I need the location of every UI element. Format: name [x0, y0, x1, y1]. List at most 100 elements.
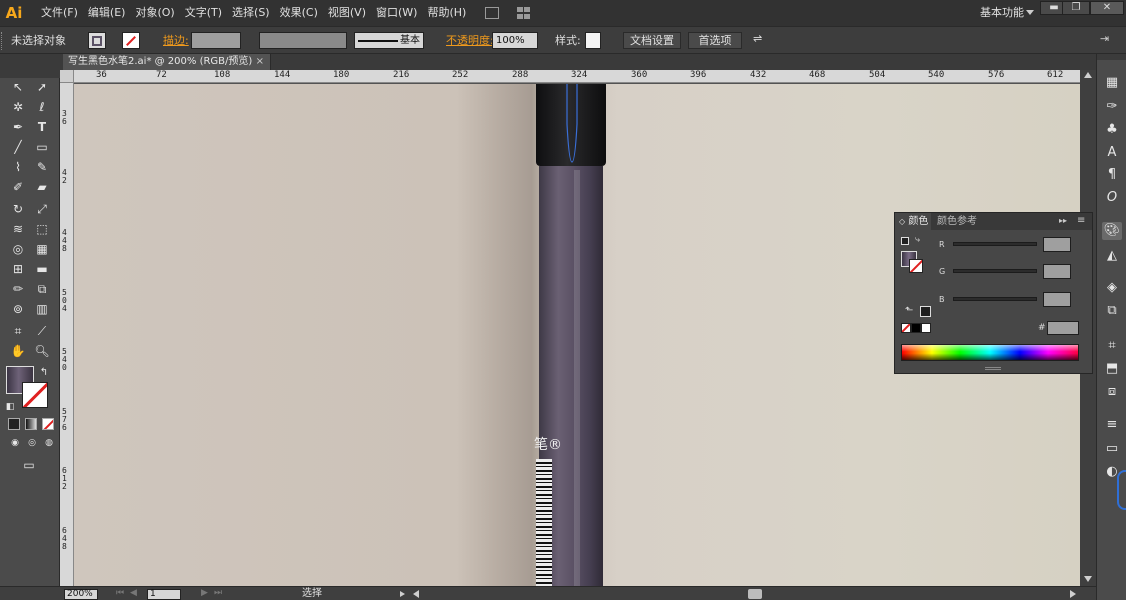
swap-colors-icon[interactable]: ↰	[38, 364, 50, 382]
tab-color-guide[interactable]: 颜色参考	[937, 213, 977, 230]
channel-r-slider[interactable]	[953, 242, 1037, 246]
perspective-grid-tool-icon[interactable]: ▦	[32, 240, 52, 258]
artboards-panel-icon[interactable]: ⧉	[1102, 302, 1122, 320]
selection-tool-icon[interactable]: ↖	[8, 78, 28, 96]
close-tab-icon[interactable]: ×	[256, 54, 264, 70]
arrange-icon[interactable]: ⇌	[753, 32, 767, 49]
zoom-select[interactable]: 200%	[64, 589, 98, 600]
channel-g-input[interactable]	[1043, 264, 1071, 279]
arrange-documents-icon[interactable]	[517, 7, 531, 19]
collapse-panel-icon[interactable]: ▸▸	[1059, 216, 1067, 225]
scroll-right-icon[interactable]	[1070, 590, 1076, 598]
pencil-tool-icon[interactable]: ✎	[32, 158, 52, 176]
none-mode-icon[interactable]	[42, 418, 54, 430]
status-mode-label[interactable]: 选择	[302, 587, 322, 600]
black-swatch[interactable]	[911, 323, 921, 333]
zoom-tool-icon[interactable]: 🔍︎	[32, 342, 52, 360]
menu-help[interactable]: 帮助(H)	[422, 0, 471, 26]
graphic-style-swatch[interactable]	[585, 32, 601, 49]
channel-r-input[interactable]	[1043, 237, 1071, 252]
stroke-label[interactable]: 描边:	[163, 32, 189, 49]
default-fill-stroke-icon[interactable]	[901, 237, 909, 245]
rectangle-tool-icon[interactable]: ▭	[32, 138, 52, 156]
stroke-swatch-panel[interactable]	[909, 259, 923, 273]
tab-color[interactable]: ◇ 颜色	[895, 213, 931, 230]
menu-view[interactable]: 视图(V)	[323, 0, 371, 26]
blob-brush-tool-icon[interactable]: ✐	[8, 178, 28, 196]
opacity-input[interactable]: 100%	[492, 32, 538, 49]
close-window-button[interactable]: ✕	[1090, 1, 1124, 15]
color-mode-icon[interactable]	[8, 418, 20, 430]
scroll-down-icon[interactable]	[1084, 576, 1092, 582]
pen-tool-icon[interactable]: ✒	[8, 118, 28, 136]
align-panel-icon[interactable]: ⌗	[1102, 337, 1122, 355]
gradient-panel-icon[interactable]: ▭	[1102, 440, 1122, 458]
symbols-panel-icon[interactable]: ♣	[1102, 121, 1122, 139]
panel-grip[interactable]	[0, 70, 60, 78]
mesh-tool-icon[interactable]: ⊞	[8, 260, 28, 278]
type-tool-icon[interactable]: T	[32, 118, 52, 136]
chevron-down-icon[interactable]	[1026, 10, 1034, 15]
layers-panel-icon[interactable]: ◈	[1102, 279, 1122, 297]
menu-file[interactable]: 文件(F)	[36, 0, 83, 26]
hand-tool-icon[interactable]: ✋	[8, 342, 28, 360]
first-page-icon[interactable]: ⏮	[116, 588, 124, 598]
next-page-icon[interactable]: ▶	[201, 588, 208, 598]
document-tab[interactable]: 写生黑色水笔2.ai* @ 200% (RGB/预览) ×	[63, 54, 271, 70]
appearance-panel-icon[interactable]	[1117, 470, 1126, 510]
web-safe-color-swatch[interactable]	[920, 306, 931, 317]
transform-panel-icon[interactable]: ⬒	[1102, 360, 1122, 378]
bridge-icon[interactable]	[485, 7, 500, 19]
status-menu-icon[interactable]	[400, 591, 405, 597]
pathfinder-panel-icon[interactable]: ⧈	[1102, 383, 1122, 401]
ruler-origin[interactable]	[60, 70, 74, 83]
stroke-weight-input[interactable]	[191, 32, 241, 49]
paintbrush-tool-icon[interactable]: ⌇	[8, 158, 28, 176]
selected-path-outline[interactable]	[536, 84, 606, 166]
blend-tool-icon[interactable]: ⧉	[32, 280, 52, 298]
none-color-swatch[interactable]	[901, 323, 911, 333]
color-guide-panel-icon[interactable]: ◭	[1102, 247, 1122, 265]
paragraph-panel-icon[interactable]: ¶	[1102, 166, 1122, 184]
channel-g-slider[interactable]	[953, 269, 1037, 273]
color-panel-icon[interactable]: 🎨︎	[1102, 222, 1122, 240]
brushes-panel-icon[interactable]: ✑	[1102, 98, 1122, 116]
draw-behind-icon[interactable]: ◎	[25, 434, 39, 452]
opentype-panel-icon[interactable]: O	[1102, 189, 1122, 207]
panel-menu-icon[interactable]: ⇥	[1100, 32, 1114, 49]
channel-b-slider[interactable]	[953, 297, 1037, 301]
default-colors-icon[interactable]: ◧	[4, 398, 16, 416]
direct-selection-tool-icon[interactable]: ➚	[32, 78, 52, 96]
gradient-mode-icon[interactable]	[25, 418, 37, 430]
variable-width-profile[interactable]	[259, 32, 347, 49]
fill-swatch[interactable]	[88, 32, 106, 49]
magic-wand-tool-icon[interactable]: ✲	[8, 98, 28, 116]
slice-tool-icon[interactable]: ⟋	[32, 322, 52, 340]
stroke-swatch[interactable]	[122, 32, 140, 49]
lasso-tool-icon[interactable]: ℓ	[32, 98, 52, 116]
scroll-up-icon[interactable]	[1084, 72, 1092, 78]
opacity-label[interactable]: 不透明度:	[446, 32, 494, 49]
hex-input[interactable]	[1047, 321, 1079, 335]
out-of-gamut-icon[interactable]: ⬑	[905, 305, 913, 316]
free-transform-tool-icon[interactable]: ⬚	[32, 220, 52, 238]
stroke-color-swatch[interactable]	[22, 382, 48, 408]
panel-menu-icon[interactable]: ≡	[1077, 215, 1085, 226]
tab-toggle-icon[interactable]: ◇	[899, 217, 905, 226]
menu-effect[interactable]: 效果(C)	[275, 0, 323, 26]
gradient-tool-icon[interactable]: ▬	[32, 260, 52, 278]
pen-cap-artwork[interactable]	[536, 84, 606, 166]
preferences-button[interactable]: 首选项	[688, 32, 742, 49]
menu-window[interactable]: 窗口(W)	[371, 0, 422, 26]
artboard-tool-icon[interactable]: ⌗	[8, 322, 28, 340]
swap-fill-stroke-icon[interactable]: ⤷	[915, 235, 920, 245]
white-swatch[interactable]	[921, 323, 931, 333]
rotate-tool-icon[interactable]: ↻	[8, 200, 28, 218]
draw-normal-icon[interactable]: ◉	[8, 434, 22, 452]
dock-grip[interactable]	[1097, 54, 1126, 60]
swatches-panel-icon[interactable]: ▦	[1102, 74, 1122, 92]
restore-button[interactable]: ❐	[1062, 1, 1090, 15]
panel-resize-grip[interactable]	[985, 367, 1001, 370]
line-tool-icon[interactable]: ╱	[8, 138, 28, 156]
scroll-left-icon[interactable]	[413, 590, 419, 598]
